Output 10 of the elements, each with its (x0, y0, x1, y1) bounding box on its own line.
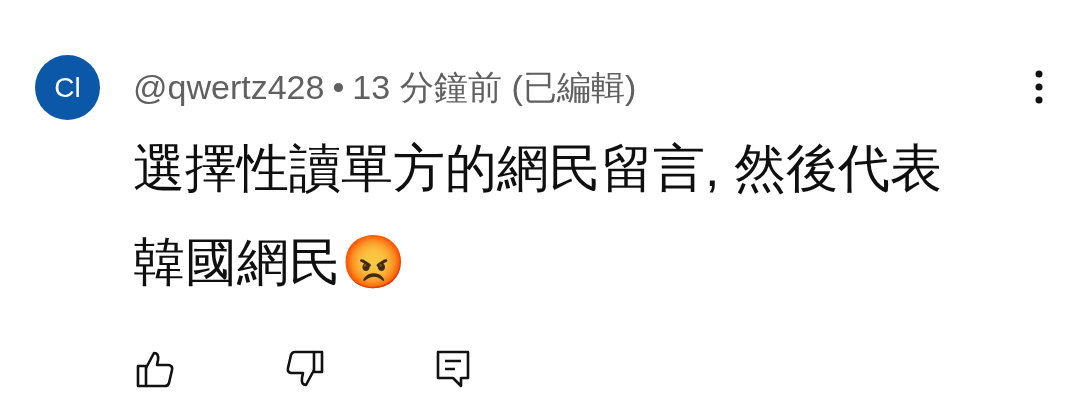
separator: • (332, 66, 345, 108)
more-options-icon[interactable] (1035, 70, 1043, 104)
thumbs-up-icon[interactable] (135, 349, 175, 389)
thumbs-down-icon[interactable] (285, 349, 325, 389)
avatar[interactable]: Cl (35, 55, 100, 120)
reply-icon[interactable] (435, 349, 471, 389)
edited-label: (已編輯) (511, 66, 637, 108)
comment-text: 選擇性讀單方的網民留言, 然後代表韓國網民😡 (133, 139, 942, 291)
author-handle[interactable]: @qwertz428 (133, 61, 325, 113)
timestamp: 13 分鐘前 (352, 66, 502, 108)
